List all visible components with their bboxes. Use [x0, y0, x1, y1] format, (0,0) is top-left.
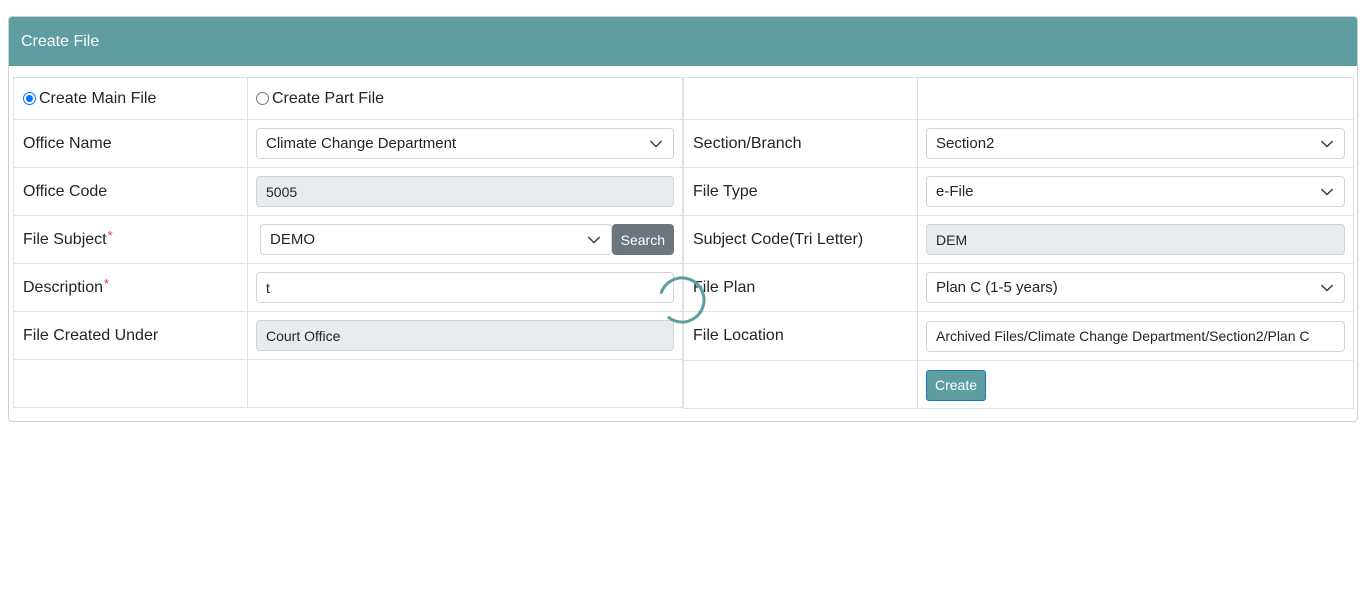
subject-code-label: Subject Code(Tri Letter) [684, 216, 918, 263]
radio-main-checked-icon[interactable] [23, 92, 36, 105]
create-main-file-label: Create Main File [39, 89, 157, 107]
description-label: Description [23, 278, 104, 296]
file-subject-row: File Subject * DEMO Search [14, 216, 682, 264]
description-value: t [266, 279, 270, 296]
file-created-under-row: File Created Under Court Office [14, 312, 682, 360]
create-row: Create [684, 361, 1353, 409]
empty-row [14, 360, 682, 408]
file-created-under-value-cell: Court Office [248, 312, 682, 359]
file-subject-label-cell: File Subject * [14, 216, 248, 263]
create-file-card: Create File Create Main File Create Part… [8, 16, 1358, 422]
file-plan-row: File Plan Plan C (1-5 years) [684, 264, 1353, 312]
section-branch-row: Section/Branch Section2 [684, 120, 1353, 168]
file-type-value-cell: e-File [918, 168, 1353, 215]
card-title: Create File [9, 17, 1357, 66]
create-row-empty-label [684, 361, 918, 409]
file-subject-label: File Subject [23, 230, 107, 248]
office-name-selected: Climate Change Department [266, 135, 457, 152]
create-button[interactable]: Create [926, 369, 987, 401]
required-mark: * [104, 276, 110, 291]
file-type-select[interactable]: e-File [926, 176, 1345, 207]
file-created-under-label: File Created Under [14, 312, 248, 359]
file-subject-select[interactable]: DEMO [260, 224, 612, 255]
search-button[interactable]: Search [611, 224, 674, 255]
loading-spinner-icon [658, 276, 706, 324]
file-plan-value-cell: Plan C (1-5 years) [918, 264, 1353, 311]
file-location-value: Archived Files/Climate Change Department… [936, 328, 1310, 344]
file-location-label: File Location [684, 312, 918, 360]
create-main-file-radio[interactable]: Create Main File [23, 90, 156, 108]
office-code-input[interactable]: 5005 [256, 176, 674, 207]
section-branch-selected: Section2 [936, 135, 995, 152]
office-name-row: Office Name Climate Change Department [14, 120, 682, 168]
left-form-panel: Create Main File Create Part File Office… [13, 77, 683, 408]
main-file-cell: Create Main File [14, 78, 248, 119]
office-code-value: 5005 [266, 183, 298, 200]
chevron-down-icon [650, 140, 662, 148]
section-branch-label: Section/Branch [684, 120, 918, 167]
create-part-file-label: Create Part File [272, 89, 385, 107]
file-subject-value-cell: DEMO Search [248, 216, 682, 263]
file-location-row: File Location Archived Files/Climate Cha… [684, 312, 1353, 361]
subject-code-row: Subject Code(Tri Letter) DEM [684, 216, 1353, 264]
radio-part-unchecked-icon[interactable] [256, 92, 269, 105]
empty-label-cell [14, 360, 248, 408]
required-mark: * [107, 228, 113, 243]
create-button-cell: Create [918, 361, 1353, 409]
file-kind-row: Create Main File Create Part File [14, 78, 682, 120]
office-code-value-cell: 5005 [248, 168, 682, 215]
office-name-label: Office Name [14, 120, 248, 167]
file-type-label: File Type [684, 168, 918, 215]
subject-code-input[interactable]: DEM [926, 224, 1345, 255]
part-file-cell: Create Part File [248, 78, 682, 119]
chevron-down-icon [587, 236, 600, 244]
file-created-under-input[interactable]: Court Office [256, 320, 674, 351]
file-plan-select[interactable]: Plan C (1-5 years) [926, 272, 1345, 303]
description-label-cell: Description * [14, 264, 248, 311]
subject-code-value-cell: DEM [918, 216, 1353, 263]
right-form-panel: Section/Branch Section2 File Type e-File… [683, 77, 1354, 409]
file-subject-selected: DEMO [270, 231, 315, 248]
office-code-row: Office Code 5005 [14, 168, 682, 216]
file-location-value-cell: Archived Files/Climate Change Department… [918, 312, 1353, 360]
file-plan-label: File Plan [684, 264, 918, 311]
create-part-file-radio[interactable]: Create Part File [256, 90, 384, 108]
right-top-empty-row [684, 78, 1353, 120]
description-input[interactable]: t [256, 272, 674, 303]
file-plan-selected: Plan C (1-5 years) [936, 279, 1058, 296]
file-type-row: File Type e-File [684, 168, 1353, 216]
office-code-label: Office Code [14, 168, 248, 215]
subject-code-value: DEM [936, 231, 968, 248]
office-name-value-cell: Climate Change Department [248, 120, 682, 167]
office-name-select[interactable]: Climate Change Department [256, 128, 674, 159]
chevron-down-icon [1321, 140, 1333, 148]
description-row: Description * t [14, 264, 682, 312]
chevron-down-icon [1321, 284, 1333, 292]
file-type-selected: e-File [936, 183, 974, 200]
right-top-empty-label [684, 78, 918, 119]
section-branch-value-cell: Section2 [918, 120, 1353, 167]
empty-value-cell [248, 360, 682, 408]
section-branch-select[interactable]: Section2 [926, 128, 1345, 159]
file-created-under-value: Court Office [266, 327, 341, 344]
file-location-input[interactable]: Archived Files/Climate Change Department… [926, 320, 1345, 352]
chevron-down-icon [1321, 188, 1333, 196]
description-value-cell: t [248, 264, 682, 311]
right-top-empty-value [918, 78, 1353, 119]
